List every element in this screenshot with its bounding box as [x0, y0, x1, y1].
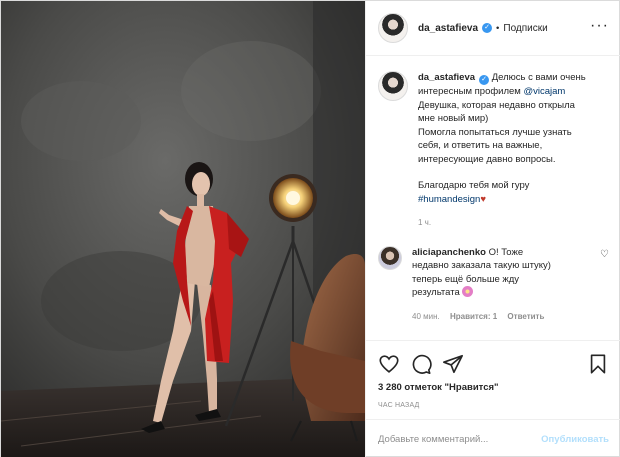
more-options-icon[interactable]: ··· [590, 18, 609, 34]
post-side-panel: da_astafieva ✓ • Подписки ··· da_astafie… [365, 1, 620, 457]
comment-text: aliciapanchenko О! Тоже недавно заказала… [412, 246, 598, 324]
caption-text: da_astafieva ✓ Делюсь с вами очень интере… [418, 71, 609, 230]
comment-item: aliciapanchenko О! Тоже недавно заказала… [378, 245, 609, 324]
bookmark-icon[interactable] [587, 353, 609, 375]
reply-button[interactable]: Ответить [507, 312, 544, 321]
author-username[interactable]: da_astafieva [418, 23, 478, 34]
caption-line: Делюсь с вами очень [491, 72, 586, 83]
post-actions: 3 280 отметок "Нравится" ЧАС НАЗАД [366, 340, 620, 410]
comment-bubble-icon[interactable] [410, 353, 432, 375]
share-plane-icon[interactable] [442, 353, 464, 375]
comment-line: недавно заказала такую штуку) [412, 260, 551, 271]
photo-illustration [1, 1, 365, 457]
comment-input[interactable] [378, 433, 542, 445]
comment-meta: 40 мин. Нравится: 1 Ответить [412, 310, 598, 324]
separator-dot: • [496, 22, 500, 34]
comment-like-heart-icon[interactable]: ♡ [600, 249, 609, 260]
author-avatar[interactable] [378, 13, 408, 43]
post-photo[interactable] [1, 1, 365, 457]
caption-line: интересным профилем [418, 86, 521, 97]
like-heart-icon[interactable] [378, 353, 400, 375]
caption-block: da_astafieva ✓ Делюсь с вами очень интере… [378, 71, 609, 230]
caption-avatar[interactable] [378, 71, 408, 101]
comment-line: теперь ещё больше жду [412, 273, 520, 285]
likes-count[interactable]: 3 280 отметок "Нравится" [378, 382, 609, 393]
verified-badge-icon: ✓ [482, 23, 493, 33]
comment-likes[interactable]: Нравится: 1 [450, 312, 497, 321]
post-time-ago[interactable]: ЧАС НАЗАД [378, 402, 609, 409]
post-header: da_astafieva ✓ • Подписки ··· [366, 1, 620, 56]
following-button[interactable]: Подписки [503, 23, 547, 34]
caption-line: Девушка, которая недавно открыла [418, 99, 575, 111]
caption-line: Благодарю тебя мой гуру [418, 180, 530, 191]
publish-button[interactable]: Опубликовать [541, 434, 609, 445]
add-comment-bar: Опубликовать [366, 419, 620, 457]
mention-link[interactable]: @vicajam [523, 86, 565, 97]
commenter-username[interactable]: aliciapanchenko [412, 247, 486, 258]
commenter-avatar[interactable] [378, 245, 402, 270]
comment-line: О! Тоже [488, 246, 524, 258]
comments-list[interactable]: da_astafieva ✓ Делюсь с вами очень интере… [366, 57, 620, 340]
red-heart-emoji-icon: ♥ [480, 193, 486, 205]
hashtag-link[interactable]: #humandesign [418, 194, 480, 205]
caption-line: мне новый мир) [418, 113, 489, 124]
flower-emoji-icon [462, 286, 474, 297]
caption-username[interactable]: da_astafieva [418, 72, 475, 83]
verified-badge-icon: ✓ [479, 75, 490, 85]
caption-line: интересующие давно вопросы. [418, 153, 556, 165]
caption-line: себя, и ответить на важные, [418, 140, 543, 151]
comment-line: результата [412, 287, 460, 298]
comment-time[interactable]: 40 мин. [412, 312, 440, 321]
caption-line: Помогла попытаться лучше узнать [418, 126, 572, 138]
caption-meta: 1 ч. [418, 216, 609, 230]
action-icons [378, 353, 609, 375]
instagram-post-modal: da_astafieva ✓ • Подписки ··· da_astafie… [0, 0, 620, 457]
caption-time[interactable]: 1 ч. [418, 218, 431, 227]
